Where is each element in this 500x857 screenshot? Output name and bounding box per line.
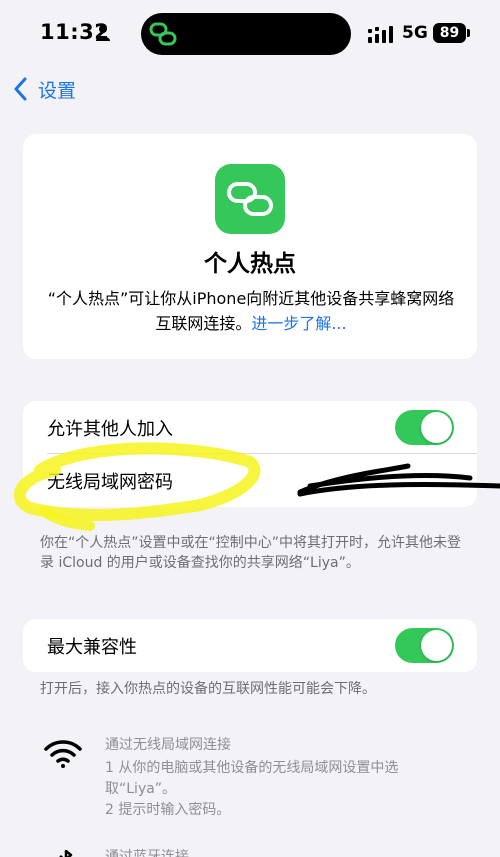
learn-more-link[interactable]: 进一步了解...	[251, 314, 346, 333]
wifi-step-1: 1 从你的电脑或其他设备的无线局域网设置中选取“Liya”。	[105, 760, 399, 797]
hotspot-settings-group: 允许其他人加入 无线局域网密码	[23, 401, 477, 507]
chevron-left-icon	[14, 77, 27, 101]
hotspot-info-card: 个人热点 “个人热点”可让你从iPhone向附近其他设备共享蜂窝网络互联网连接。…	[23, 134, 477, 359]
battery-level: 89	[439, 25, 460, 41]
switch-knob	[421, 412, 452, 443]
bt-method-title: 通过蓝牙连接	[105, 849, 189, 857]
allow-others-row[interactable]: 允许其他人加入	[23, 401, 477, 454]
hotspot-link-icon	[149, 22, 177, 46]
max-compat-group: 最大兼容性	[23, 619, 477, 672]
wifi-password-row[interactable]: 无线局域网密码	[23, 454, 477, 507]
allow-others-switch[interactable]	[395, 410, 454, 445]
hotspot-link-icon	[227, 182, 273, 216]
bluetooth-icon	[59, 850, 73, 857]
page-title: 个人热点	[204, 251, 296, 277]
battery-icon: 89	[433, 23, 466, 43]
wifi-step-2: 2 提示时输入密码。	[105, 802, 231, 818]
back-button[interactable]: 设置	[12, 72, 76, 106]
max-compat-row[interactable]: 最大兼容性	[23, 619, 477, 672]
wifi-method-title: 通过无线局域网连接	[105, 737, 231, 753]
network-type: 5G	[402, 23, 428, 43]
max-compat-switch[interactable]	[395, 628, 454, 663]
battery-nub	[467, 29, 470, 37]
personal-hotspot-app-icon	[215, 164, 285, 234]
wifi-icon	[44, 740, 82, 768]
hotspot-description: “个人热点”可让你从iPhone向附近其他设备共享蜂窝网络互联网连接。进一步了解…	[47, 286, 455, 336]
yellow-highlight-tail	[40, 507, 95, 531]
max-compat-label: 最大兼容性	[47, 637, 137, 658]
back-label: 设置	[38, 79, 77, 102]
wifi-method-steps: 1 从你的电脑或其他设备的无线局域网设置中选取“Liya”。 2 提示时输入密码…	[105, 758, 465, 821]
cellular-signal-icon	[368, 26, 393, 43]
allow-others-footnote: 你在“个人热点”设置中或在“控制中心”中将其打开时，允许其他未登录 iCloud…	[40, 535, 462, 571]
wifi-password-label: 无线局域网密码	[47, 472, 173, 493]
switch-knob	[421, 630, 452, 661]
allow-others-label: 允许其他人加入	[47, 419, 173, 440]
person-icon	[96, 25, 110, 41]
max-compat-footnote: 打开后，接入你热点的设备的互联网性能可能会下降。	[40, 681, 376, 697]
dynamic-island[interactable]	[141, 13, 351, 55]
status-bar: 11:32 5G 89	[0, 0, 500, 64]
